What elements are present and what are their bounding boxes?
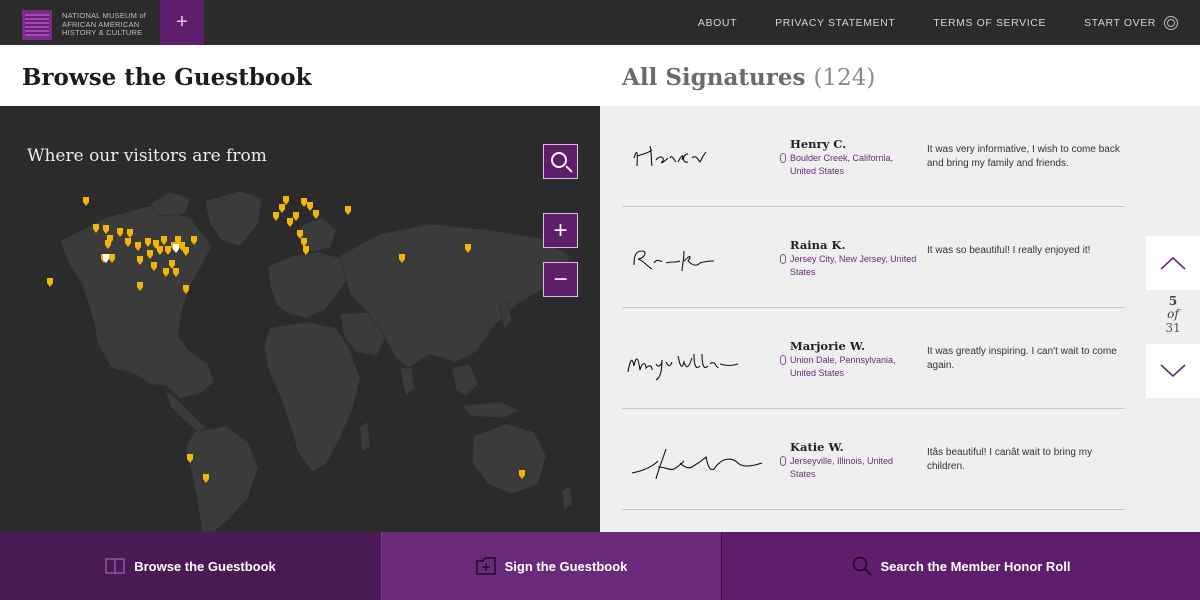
location-pin-icon <box>780 456 786 466</box>
map-search-button[interactable] <box>543 144 578 179</box>
total-pages: 31 <box>1165 321 1181 335</box>
tab-search-honor-roll[interactable]: Search the Member Honor Roll <box>721 532 1200 600</box>
current-page: 5 <box>1168 294 1178 308</box>
page-title: Browse the Guestbook <box>22 64 312 91</box>
location-pin-icon <box>780 355 786 365</box>
spiral-icon <box>1164 15 1178 30</box>
signatures-title-text: All Signatures <box>622 64 806 91</box>
signer-name: Raina K. <box>790 238 846 252</box>
search-icon <box>550 151 567 168</box>
bottom-nav: Browse the Guestbook Sign the Guestbook … <box>0 532 1200 600</box>
museum-logo[interactable]: NATIONAL MUSEUM of AFRICAN AMERICAN HIST… <box>22 10 152 40</box>
tab-sign-guestbook[interactable]: Sign the Guestbook <box>381 532 721 600</box>
visitor-pin[interactable] <box>307 202 313 211</box>
tab-browse-label: Browse the Guestbook <box>134 558 276 574</box>
handwritten-signature <box>627 353 739 381</box>
location-pin-icon <box>780 254 786 264</box>
handwritten-signature <box>631 448 763 480</box>
nav-privacy[interactable]: PRIVACY STATEMENT <box>775 17 895 29</box>
page-indicator: 5 of 31 <box>1146 294 1200 335</box>
visitor-pin[interactable] <box>301 198 307 207</box>
map-title: Where our visitors are from <box>27 146 267 166</box>
visitor-pin[interactable] <box>283 196 289 205</box>
zoom-out-button[interactable]: − <box>543 262 578 297</box>
signer-location: Boulder Creek, California, United States <box>780 152 920 178</box>
zoom-in-button[interactable]: + <box>543 213 578 248</box>
tab-browse-guestbook[interactable]: Browse the Guestbook <box>0 532 381 600</box>
page-down-button[interactable] <box>1146 344 1200 398</box>
visitor-pin[interactable] <box>287 218 293 227</box>
book-icon <box>105 558 125 574</box>
signer-message: It was greatly inspiring. I can't wait t… <box>927 346 1117 371</box>
signer-location-text: Boulder Creek, California, United States <box>790 153 894 176</box>
tab-sign-label: Sign the Guestbook <box>504 558 628 574</box>
signature-row[interactable]: Katie W. Jerseyville, Illinois, United S… <box>622 409 1125 510</box>
signer-location-text: Jersey City, New Jersey, United States <box>790 254 917 277</box>
chevron-down-icon <box>1160 364 1186 378</box>
signature-row[interactable]: Henry C. Boulder Creek, California, Unit… <box>622 106 1125 207</box>
signer-message: It was so beautiful! I really enjoyed it… <box>927 245 1091 256</box>
nav-terms[interactable]: TERMS OF SERVICE <box>933 17 1046 29</box>
search-icon <box>852 556 872 576</box>
signer-name: Marjorie W. <box>790 339 865 353</box>
signer-message: Itâs beautiful! I canât wait to bring my… <box>927 447 1093 472</box>
signer-name: Katie W. <box>790 440 844 454</box>
visitor-pin[interactable] <box>293 212 299 221</box>
page-up-button[interactable] <box>1146 236 1200 290</box>
top-nav: ABOUT PRIVACY STATEMENT TERMS OF SERVICE… <box>660 0 1178 45</box>
signer-location: Jersey City, New Jersey, United States <box>780 253 920 279</box>
signer-location: Jerseyville, Illinois, United States <box>780 455 920 481</box>
world-map[interactable] <box>0 106 600 532</box>
menu-plus-button[interactable]: + <box>160 0 204 45</box>
visitor-pin[interactable] <box>279 204 285 213</box>
signer-location-text: Union Dale, Pennsylvania, United States <box>790 355 896 378</box>
signatures-title: All Signatures (124) <box>622 64 875 91</box>
signer-location: Union Dale, Pennsylvania, United States <box>780 354 920 380</box>
signer-name: Henry C. <box>790 137 847 151</box>
tab-search-label: Search the Member Honor Roll <box>880 558 1071 574</box>
logo-mark-icon <box>22 10 52 40</box>
add-entry-icon <box>475 557 496 575</box>
visitor-map-panel: Where our visitors are from + − <box>0 106 600 532</box>
visitor-pin[interactable] <box>345 206 351 215</box>
top-bar: NATIONAL MUSEUM of AFRICAN AMERICAN HIST… <box>0 0 1200 45</box>
nav-start-over-label: START OVER <box>1084 16 1156 29</box>
signer-message: It was very informative, I wish to come … <box>927 144 1120 169</box>
logo-text: NATIONAL MUSEUM of AFRICAN AMERICAN HIST… <box>62 11 147 38</box>
visitor-pin[interactable] <box>47 278 53 287</box>
signatures-count: (124) <box>813 65 876 91</box>
nav-about[interactable]: ABOUT <box>698 17 737 29</box>
visitor-pin[interactable] <box>83 197 89 206</box>
location-pin-icon <box>780 153 786 163</box>
handwritten-signature <box>633 250 715 272</box>
signer-location-text: Jerseyville, Illinois, United States <box>790 456 894 479</box>
visitor-pin[interactable] <box>273 212 279 221</box>
chevron-up-icon <box>1160 256 1186 270</box>
signature-row[interactable]: Marjorie W. Union Dale, Pennsylvania, Un… <box>622 308 1125 409</box>
signature-row[interactable]: Raina K. Jersey City, New Jersey, United… <box>622 207 1125 308</box>
page-of: of <box>1167 307 1179 321</box>
signatures-panel: Henry C. Boulder Creek, California, Unit… <box>600 106 1200 532</box>
handwritten-signature <box>633 145 707 167</box>
nav-start-over[interactable]: START OVER <box>1084 15 1178 30</box>
visitor-pin[interactable] <box>313 210 319 219</box>
pager: 5 of 31 <box>1146 236 1200 398</box>
